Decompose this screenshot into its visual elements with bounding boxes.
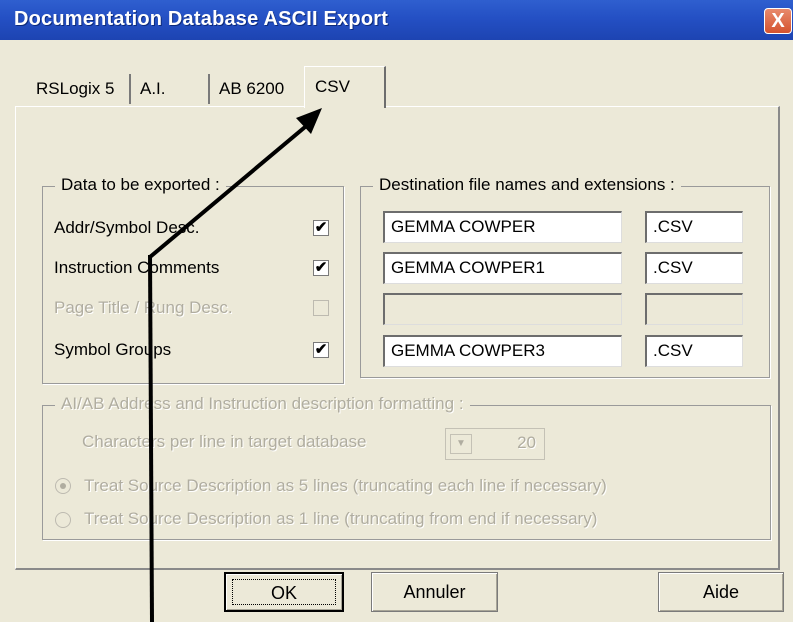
annotation-arrow (148, 108, 322, 622)
